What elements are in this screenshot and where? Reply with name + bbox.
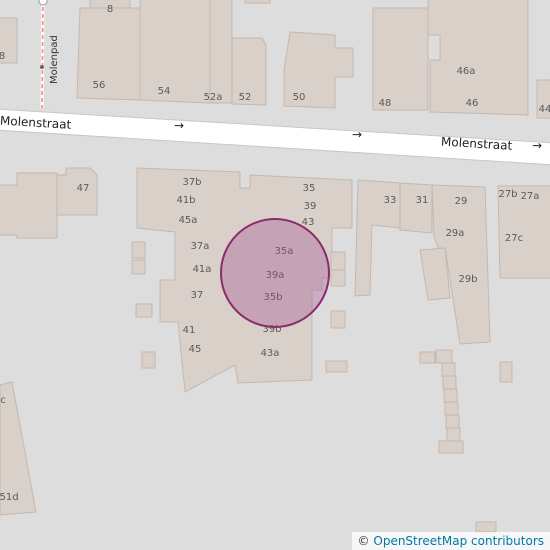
building [399, 182, 433, 234]
house-number: 37b [182, 177, 201, 188]
attribution-link[interactable]: OpenStreetMap contributors [373, 534, 544, 548]
house-number: 37a [191, 241, 210, 252]
house-number: 33 [384, 195, 397, 206]
building [372, 7, 429, 111]
path-node [40, 65, 44, 69]
building [419, 351, 436, 364]
oneway-arrow-icon: → [174, 119, 184, 133]
building [438, 440, 464, 454]
building [445, 414, 460, 429]
house-number: 35 [303, 183, 316, 194]
path-node [38, 0, 48, 6]
building [443, 388, 458, 403]
building [330, 310, 346, 329]
house-number: 54 [158, 86, 171, 97]
oneway-arrow-icon: → [352, 128, 362, 142]
house-number: 39 [304, 201, 317, 212]
building [139, 0, 211, 104]
house-number: 8 [0, 51, 5, 62]
building [499, 361, 513, 383]
house-number: 46a [457, 66, 476, 77]
house-number: 52 [239, 92, 252, 103]
building [76, 7, 141, 101]
building [330, 269, 346, 287]
house-number: 41a [193, 264, 212, 275]
street-label-molenpad: Molenpad [49, 35, 60, 84]
house-number: 44 [539, 104, 550, 115]
house-number: 27c [505, 233, 523, 244]
building [330, 251, 346, 271]
building [446, 427, 461, 442]
copyright-symbol: © [357, 534, 370, 548]
building [442, 375, 457, 390]
house-number: c [0, 395, 6, 406]
building [131, 241, 146, 259]
building [475, 521, 497, 533]
house-number: 8 [107, 4, 113, 15]
building [141, 351, 156, 369]
house-number: 31 [416, 195, 429, 206]
oneway-arrow-icon: → [532, 139, 542, 153]
building [444, 401, 459, 416]
house-number: 45 [189, 344, 202, 355]
building [325, 360, 348, 373]
house-number: 48 [379, 98, 392, 109]
map-attribution: © OpenStreetMap contributors [351, 532, 550, 550]
house-number: 52a [204, 92, 223, 103]
house-number: 29a [446, 228, 465, 239]
building [441, 362, 456, 377]
house-number: 56 [93, 80, 106, 91]
house-number: 51d [0, 492, 19, 503]
house-number: 27b [498, 189, 517, 200]
location-circle-icon[interactable] [220, 218, 330, 328]
map-canvas[interactable]: Molenstraat Molenstraat Molenpad → → → 8… [0, 0, 550, 550]
house-number: 29 [455, 196, 468, 207]
house-number: 50 [293, 92, 306, 103]
house-number: 47 [77, 183, 90, 194]
building [131, 259, 146, 275]
house-number: 43a [261, 348, 280, 359]
building [244, 0, 271, 4]
house-number: 41b [176, 195, 195, 206]
house-number: 46 [466, 98, 479, 109]
building [135, 303, 153, 318]
house-number: 29b [458, 274, 477, 285]
house-number: 27a [521, 191, 540, 202]
building [435, 349, 453, 364]
house-number: 45a [179, 215, 198, 226]
house-number: 37 [191, 290, 204, 301]
map-tiles: Molenstraat Molenstraat Molenpad → → → 8… [0, 0, 550, 550]
house-number: 41 [183, 325, 196, 336]
building [209, 0, 233, 104]
